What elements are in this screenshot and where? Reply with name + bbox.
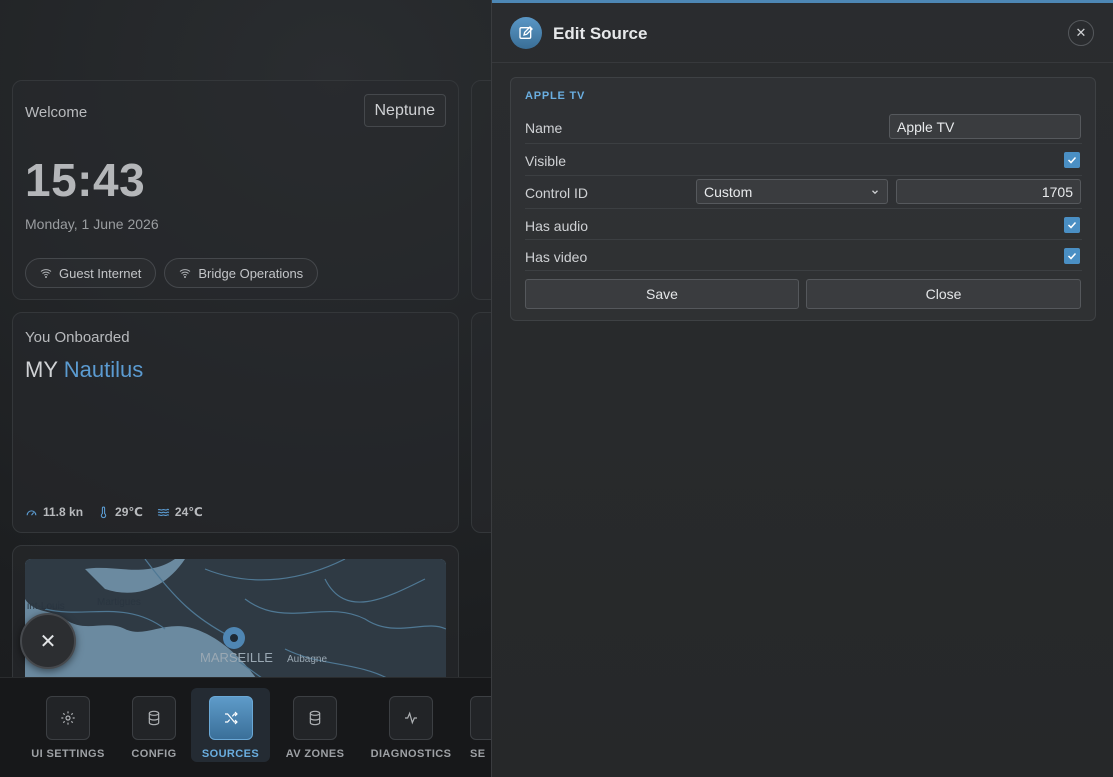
row-control-id: Control ID Custom 1705 (525, 176, 1082, 209)
save-button[interactable]: Save (525, 279, 799, 309)
control-id-mode: Custom (704, 183, 753, 200)
database-icon (148, 710, 160, 726)
chip-bridge-operations[interactable]: Bridge Operations (164, 258, 319, 288)
database-icon (309, 710, 321, 726)
chevron-down-icon (872, 189, 878, 194)
speed-value: 11.8 kn (43, 505, 84, 519)
has-video-label: Has video (525, 249, 588, 265)
section-title: APPLE TV (525, 90, 586, 102)
close-icon: ✕ (1075, 25, 1087, 40)
close-icon: ✕ (39, 630, 57, 653)
nav-config[interactable]: CONFIG (124, 688, 184, 762)
thermometer-icon (100, 506, 107, 518)
nav-more[interactable]: SE (470, 688, 491, 762)
row-has-video: Has video (525, 240, 1082, 271)
speedometer-icon (26, 509, 37, 516)
nav-label: UI SETTINGS (31, 748, 105, 760)
nav-diagnostics[interactable]: DIAGNOSTICS (365, 688, 457, 762)
panel-header: Edit Source ✕ (492, 3, 1113, 63)
map-label-town: Martigues (97, 597, 141, 608)
check-icon (1067, 156, 1077, 164)
row-name: Name Apple TV (525, 111, 1082, 144)
vessel-name: MY Nautilus (25, 357, 143, 383)
has-audio-label: Has audio (525, 218, 589, 234)
onboard-label: You Onboarded (25, 329, 130, 346)
nav-ui-settings[interactable]: UI SETTINGS (24, 688, 112, 762)
vessel-prefix: MY (25, 357, 58, 382)
speed-stat: 11.8 kn (25, 505, 83, 519)
visible-label: Visible (525, 153, 566, 169)
welcome-label: Welcome (25, 104, 88, 121)
nav-label: AV ZONES (285, 748, 345, 760)
onboard-card: You Onboarded MY Nautilus 11.8 kn 29℃ 24… (12, 312, 459, 533)
row-has-audio: Has audio (525, 209, 1082, 240)
nav-label: DIAGNOSTICS (370, 748, 452, 760)
has-video-checkbox[interactable] (1064, 248, 1080, 264)
shuffle-icon (224, 711, 238, 725)
visible-checkbox[interactable] (1064, 152, 1080, 168)
map-label-town: int-Louis (27, 601, 65, 612)
has-audio-checkbox[interactable] (1064, 217, 1080, 233)
check-icon (1067, 221, 1077, 229)
panel-close-button[interactable]: ✕ (1068, 20, 1094, 46)
water-temp-stat: 24℃ (157, 505, 203, 519)
vessel-stats: 11.8 kn 29℃ 24℃ (25, 505, 203, 519)
row-visible: Visible (525, 144, 1082, 176)
network-chips: Guest Internet Bridge Operations (25, 258, 319, 288)
bottom-nav: UI SETTINGS CONFIG SOURCES AV ZONES DIAG… (0, 677, 491, 777)
gear-icon (61, 711, 75, 725)
control-id-select[interactable]: Custom (696, 179, 888, 204)
name-label: Name (525, 120, 563, 136)
edit-icon (510, 17, 542, 49)
clock: 15:43 (25, 154, 146, 206)
nav-label: CONFIG (131, 748, 177, 760)
name-input[interactable]: Apple TV (889, 114, 1081, 139)
close-fab-button[interactable]: ✕ (20, 613, 76, 669)
waves-icon (157, 508, 169, 516)
check-icon (1067, 252, 1077, 260)
chip-guest-internet[interactable]: Guest Internet (25, 258, 157, 288)
air-temp-stat: 29℃ (97, 505, 143, 519)
edit-source-panel: Edit Source ✕ APPLE TV Name Apple TV Vis… (491, 0, 1113, 777)
nav-av-zones[interactable]: AV ZONES (280, 688, 350, 762)
nav-sources[interactable]: SOURCES (191, 688, 270, 762)
wifi-icon (180, 269, 191, 278)
ship-selector-button[interactable]: Neptune (363, 94, 446, 127)
water-temp-value: 24℃ (174, 505, 203, 519)
control-id-input[interactable]: 1705 (896, 179, 1081, 204)
chip-label: Guest Internet (59, 265, 142, 281)
map-label-town: Aubagne (287, 654, 327, 665)
close-button[interactable]: Close (806, 279, 1081, 309)
air-temp-value: 29℃ (115, 505, 143, 519)
wifi-icon (40, 269, 52, 278)
activity-icon (405, 711, 417, 725)
map-label-city: MARSEILLE (200, 650, 273, 665)
source-form: APPLE TV Name Apple TV Visible Control I… (510, 77, 1096, 321)
panel-title: Edit Source (553, 24, 648, 43)
nav-label: SE (470, 748, 486, 760)
control-id-label: Control ID (525, 185, 589, 201)
nav-label: SOURCES (201, 748, 260, 760)
vessel-name-highlight: Nautilus (63, 357, 144, 382)
date: Monday, 1 June 2026 (25, 216, 159, 232)
welcome-card: Welcome Neptune 15:43 Monday, 1 June 202… (12, 80, 459, 300)
chip-label: Bridge Operations (198, 265, 304, 281)
